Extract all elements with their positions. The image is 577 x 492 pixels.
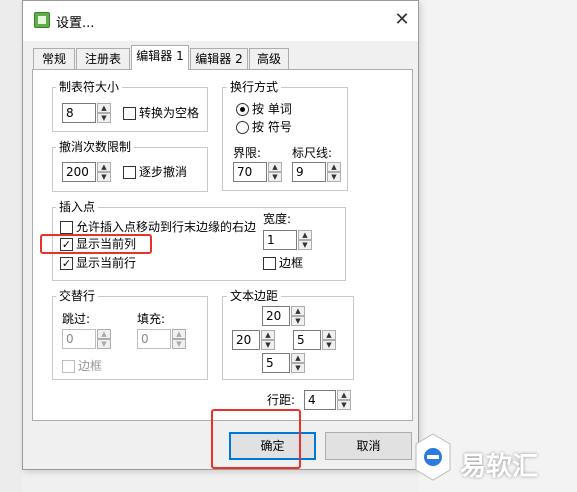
step-undo-checkbox[interactable] [123,166,136,179]
tab-editor-1[interactable]: 编辑器 1 [131,45,189,70]
show-current-row-label: 显示当前行 [76,256,137,270]
line-spacing-input[interactable]: 4 [304,390,336,410]
caret-width-label: 宽度: [263,212,292,226]
limit-input[interactable]: 70 [233,162,267,182]
allow-move-past-eol-label: 允许插入点移动到行末边缘的右边 [76,220,257,234]
tab-general[interactable]: 常规 [33,48,75,69]
ok-button-highlight [211,409,301,469]
wrap-by-symbol-radio[interactable] [236,121,249,134]
skip-up-button[interactable]: ▲ [97,329,111,339]
show-current-column-highlight [40,234,152,254]
margin-right-up-button[interactable]: ▲ [322,330,336,340]
margin-top-up-button[interactable]: ▲ [291,306,305,316]
ruler-input[interactable]: 9 [292,162,326,182]
wrap-by-word-radio[interactable] [236,103,249,116]
line-spacing-label: 行距: [267,393,296,407]
margin-left-input[interactable]: 20 [232,330,260,350]
undo-limit-up-button[interactable]: ▲ [97,162,111,172]
limit-label: 界限: [233,146,262,160]
tab-size-input[interactable]: 8 [62,103,96,123]
settings-app-icon [34,12,50,28]
limit-down-button[interactable]: ▼ [268,172,282,182]
line-spacing-down-button[interactable]: ▼ [337,400,351,410]
convert-to-spaces-checkbox[interactable] [123,107,136,120]
margin-bottom-input[interactable]: 5 [262,353,290,373]
skip-input[interactable]: 0 [62,329,96,349]
margin-bottom-down-button[interactable]: ▼ [291,363,305,373]
alternate-rows-label: 交替行 [56,289,99,303]
skip-label: 跳过: [62,312,91,326]
tab-advanced[interactable]: 高级 [249,48,289,69]
watermark-text: 易软汇 [460,452,539,482]
wrap-by-word-label: 按 单词 [252,102,292,116]
wrap-by-symbol-label: 按 符号 [252,120,292,134]
margin-bottom-up-button[interactable]: ▲ [291,353,305,363]
margin-left-down-button[interactable]: ▼ [261,340,275,350]
margin-top-input[interactable]: 20 [262,306,290,326]
undo-limit-down-button[interactable]: ▼ [97,172,111,182]
caret-border-label: 边框 [279,256,304,270]
window-title: 设置... [56,16,95,31]
caret-width-down-button[interactable]: ▼ [298,240,312,250]
undo-limit-label: 撤消次数限制 [56,140,135,154]
insert-point-label: 插入点 [56,200,99,214]
caret-width-input[interactable]: 1 [263,230,297,250]
tab-editor-2[interactable]: 编辑器 2 [190,48,248,69]
caret-border-checkbox[interactable] [263,257,276,270]
wrap-mode-label: 换行方式 [227,80,282,94]
tab-registry[interactable]: 注册表 [76,48,130,69]
tab-size-up-button[interactable]: ▲ [97,103,111,113]
tab-size-label: 制表符大小 [56,80,123,94]
margin-right-input[interactable]: 5 [293,330,321,350]
close-icon[interactable]: ✕ [392,10,412,30]
skip-down-button[interactable]: ▼ [97,339,111,349]
tab-size-down-button[interactable]: ▼ [97,113,111,123]
fill-input[interactable]: 0 [137,329,171,349]
fill-label: 填充: [137,312,166,326]
line-spacing-up-button[interactable]: ▲ [337,390,351,400]
alternate-border-label: 边框 [78,359,103,373]
margin-top-down-button[interactable]: ▼ [291,316,305,326]
ruler-down-button[interactable]: ▼ [327,172,341,182]
limit-up-button[interactable]: ▲ [268,162,282,172]
ruler-label: 标尺线: [292,146,333,160]
convert-to-spaces-label: 转换为空格 [139,106,200,120]
step-undo-label: 逐步撤消 [139,165,188,179]
cancel-button[interactable]: 取消 [325,432,412,460]
background-left [0,0,22,492]
undo-limit-input[interactable]: 200 [62,162,96,182]
ruler-up-button[interactable]: ▲ [327,162,341,172]
alternate-border-checkbox[interactable] [62,360,75,373]
show-current-row-checkbox[interactable]: ✓ [60,257,73,270]
fill-down-button[interactable]: ▼ [172,339,186,349]
allow-move-past-eol-checkbox[interactable] [60,221,73,234]
text-margins-label: 文本边距 [227,289,282,303]
margin-right-down-button[interactable]: ▼ [322,340,336,350]
watermark-logo-icon [415,433,451,481]
fill-up-button[interactable]: ▲ [172,329,186,339]
margin-left-up-button[interactable]: ▲ [261,330,275,340]
background-right [419,0,577,492]
caret-width-up-button[interactable]: ▲ [298,230,312,240]
